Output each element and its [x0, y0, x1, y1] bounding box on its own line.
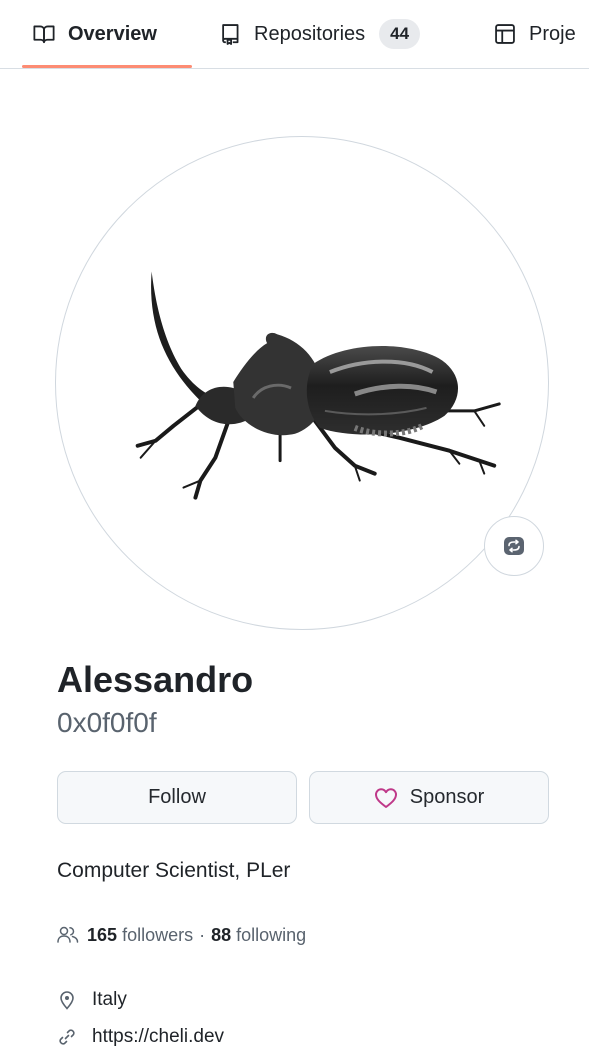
- rhinoceros-beetle-illustration: [135, 271, 501, 500]
- people-icon: [57, 926, 79, 943]
- book-icon: [33, 25, 55, 44]
- profile-full-name: Alessandro: [57, 659, 254, 700]
- location-item: Italy: [57, 986, 127, 1014]
- avatar[interactable]: [55, 136, 549, 630]
- tab-projects-label: Proje: [529, 22, 576, 45]
- tab-repositories-label: Repositories: [254, 22, 366, 45]
- following-count: 88: [211, 925, 232, 945]
- heart-icon: [374, 787, 397, 808]
- sponsor-button[interactable]: Sponsor: [309, 771, 549, 824]
- location-text: Italy: [92, 989, 127, 1010]
- website-item: https://cheli.dev: [57, 1023, 224, 1051]
- active-tab-underline: [22, 65, 192, 68]
- profile-tab-nav: Overview Repositories 44 Proje: [0, 0, 589, 69]
- followers-following: 165 followers · 88 following: [57, 921, 306, 949]
- tab-overview-label: Overview: [68, 22, 157, 45]
- following-link[interactable]: 88 following: [211, 921, 306, 949]
- separator-dot: ·: [199, 925, 206, 945]
- follow-button[interactable]: Follow: [57, 771, 297, 824]
- followers-label: followers: [122, 925, 194, 945]
- change-avatar-icon: [504, 537, 524, 555]
- location-icon: [60, 991, 74, 1010]
- table-icon: [495, 24, 515, 44]
- tab-projects[interactable]: Proje: [494, 0, 576, 68]
- profile-bio: Computer Scientist, PLer: [57, 859, 291, 882]
- followers-link[interactable]: 165 followers: [87, 921, 193, 949]
- repo-icon: [222, 24, 239, 45]
- followers-count: 165: [87, 925, 118, 945]
- profile-username: 0x0f0f0f: [57, 707, 157, 738]
- tab-overview[interactable]: Overview: [33, 0, 157, 68]
- follow-button-label: Follow: [148, 786, 206, 808]
- change-avatar-button[interactable]: [484, 516, 544, 576]
- repositories-count-badge: 44: [379, 19, 421, 49]
- link-icon: [59, 1029, 75, 1045]
- sponsor-button-label: Sponsor: [409, 786, 485, 808]
- website-link[interactable]: https://cheli.dev: [92, 1023, 224, 1051]
- tab-repositories[interactable]: Repositories 44: [219, 0, 421, 68]
- following-label: following: [236, 925, 307, 945]
